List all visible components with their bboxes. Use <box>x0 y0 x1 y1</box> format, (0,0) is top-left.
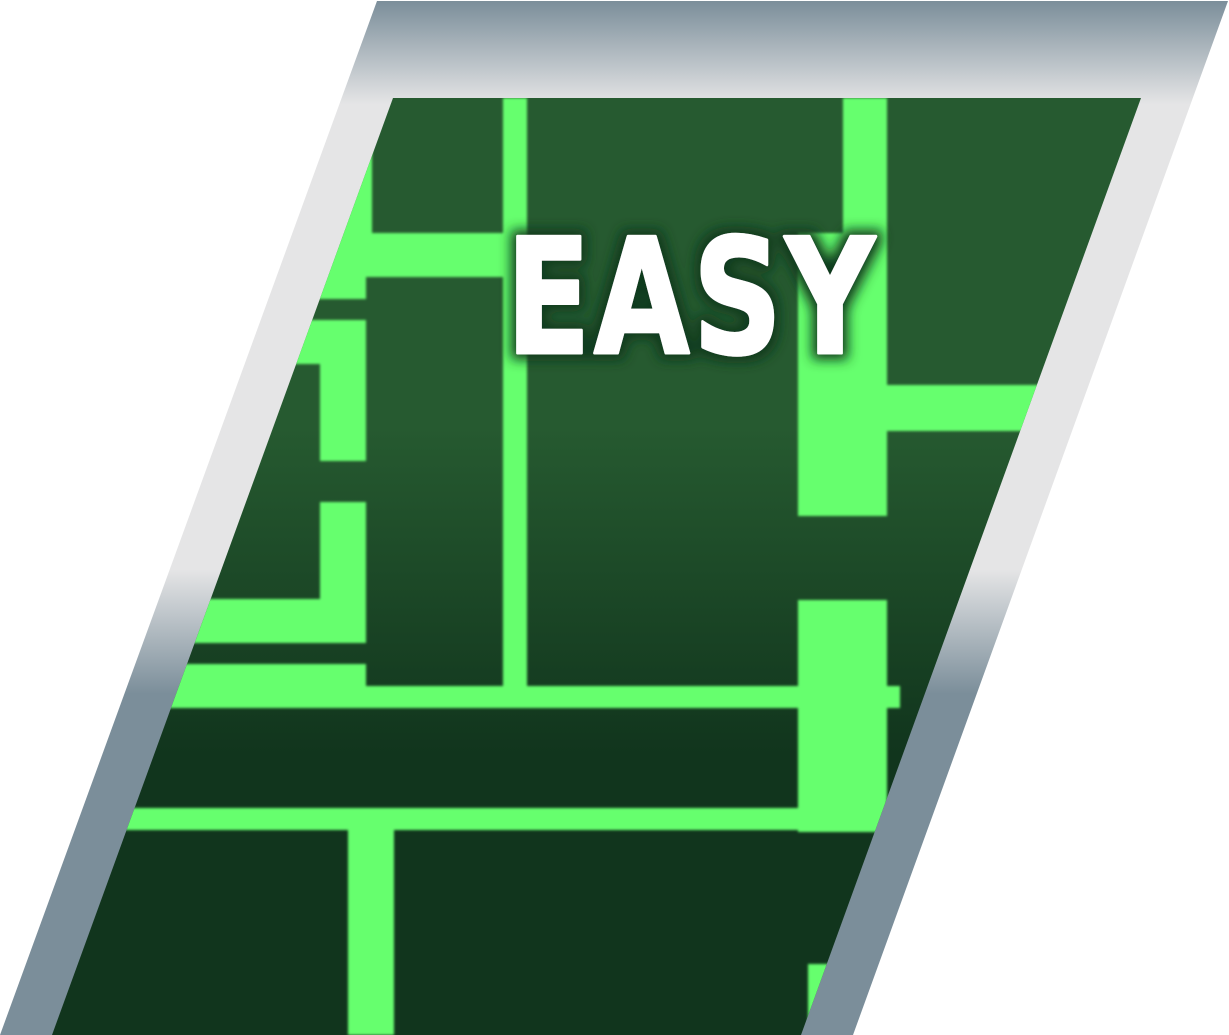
difficulty-label: EASY <box>506 204 878 391</box>
difficulty-button-easy[interactable]: EASY <box>0 0 1229 1035</box>
